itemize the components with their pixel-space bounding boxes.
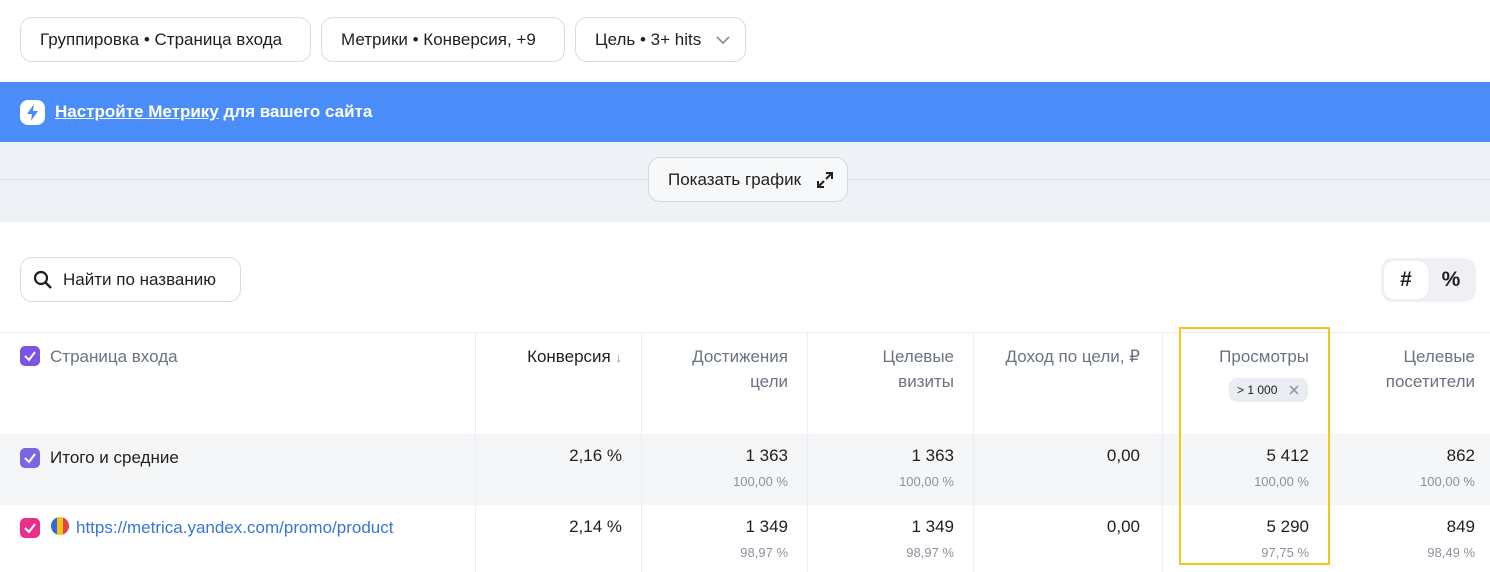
setup-metrica-link[interactable]: Настройте Метрику: [55, 102, 219, 121]
header-goal-revenue[interactable]: Доход по цели, ₽: [974, 344, 1141, 369]
total-goal-reaches-pct: 100,00 %: [733, 474, 788, 489]
header-target-visits-line1: Целевые: [882, 347, 954, 366]
row-target-visits-pct: 98,97 %: [906, 545, 954, 560]
column-divider: [1162, 332, 1163, 572]
row-conversion: 2,14 %: [569, 517, 622, 536]
header-conversion-label: Конверсия: [527, 347, 611, 366]
filter-bar: Группировка • Страница входа Метрики • К…: [0, 0, 1490, 82]
show-chart-button[interactable]: Показать график: [648, 157, 848, 202]
row-target-visits: 1 349: [911, 517, 954, 536]
banner-text-rest: для вашего сайта: [218, 102, 373, 121]
total-goal-reaches: 1 363: [745, 446, 788, 465]
column-divider: [641, 332, 642, 572]
row-goal-reaches-pct: 98,97 %: [740, 545, 788, 560]
select-all-checkbox[interactable]: [20, 346, 40, 366]
row-checkbox[interactable]: [20, 518, 40, 538]
absolute-values-button[interactable]: #: [1384, 261, 1428, 299]
total-label: Итого и средние: [50, 448, 179, 467]
metrica-favicon-icon: [51, 517, 69, 535]
row-goal-revenue: 0,00: [1106, 517, 1140, 536]
header-target-visitors-line1: Целевые: [1403, 347, 1475, 366]
header-target-visitors[interactable]: Целевые посетители: [1329, 344, 1475, 394]
pageviews-column-highlight: [1179, 327, 1330, 565]
row-target-visitors-pct: 98,49 %: [1427, 545, 1475, 560]
expand-icon: [817, 172, 833, 188]
percent-values-button[interactable]: %: [1429, 261, 1473, 299]
show-chart-label: Показать график: [668, 170, 802, 189]
goal-chip-label: Цель • 3+ hits: [595, 30, 702, 49]
check-icon: [24, 523, 36, 534]
setup-banner: Настройте Метрику для вашего сайта: [0, 82, 1490, 142]
chevron-down-icon: [716, 36, 730, 45]
header-goal-reaches-line2: цели: [750, 372, 788, 391]
row-target-visitors: 849: [1446, 517, 1475, 536]
total-checkbox[interactable]: [20, 448, 40, 468]
metrics-chip[interactable]: Метрики • Конверсия, +9: [321, 17, 565, 62]
header-conversion[interactable]: Конверсия ↓: [476, 344, 622, 370]
search-icon: [33, 270, 52, 289]
search-input[interactable]: Найти по названию: [20, 257, 241, 302]
check-icon: [24, 351, 36, 362]
header-target-visits[interactable]: Целевые визиты: [808, 344, 954, 394]
header-dimension[interactable]: Страница входа: [50, 344, 178, 369]
goal-chip[interactable]: Цель • 3+ hits: [575, 17, 746, 62]
value-mode-toggle: # %: [1381, 258, 1476, 302]
chart-area: Показать график: [0, 142, 1490, 222]
column-divider: [973, 332, 974, 572]
row-url-link[interactable]: https://metrica.yandex.com/promo/product: [76, 515, 393, 540]
header-target-visitors-line2: посетители: [1385, 372, 1475, 391]
column-divider: [475, 332, 476, 572]
header-goal-reaches-line1: Достижения: [692, 347, 788, 366]
grouping-chip[interactable]: Группировка • Страница входа: [20, 17, 311, 62]
header-target-visits-line2: визиты: [898, 372, 954, 391]
check-icon: [24, 453, 36, 464]
total-target-visitors-pct: 100,00 %: [1420, 474, 1475, 489]
column-divider: [807, 332, 808, 572]
row-goal-reaches: 1 349: [745, 517, 788, 536]
total-goal-revenue: 0,00: [1106, 446, 1140, 465]
total-conversion: 2,16 %: [569, 446, 622, 465]
total-target-visitors: 862: [1446, 446, 1475, 465]
banner-text: Настройте Метрику для вашего сайта: [55, 102, 372, 122]
header-goal-reaches[interactable]: Достижения цели: [642, 344, 788, 394]
search-placeholder: Найти по названию: [63, 270, 216, 289]
bolt-icon: [20, 100, 45, 125]
sort-desc-icon: ↓: [615, 350, 623, 365]
total-target-visits: 1 363: [911, 446, 954, 465]
total-target-visits-pct: 100,00 %: [899, 474, 954, 489]
